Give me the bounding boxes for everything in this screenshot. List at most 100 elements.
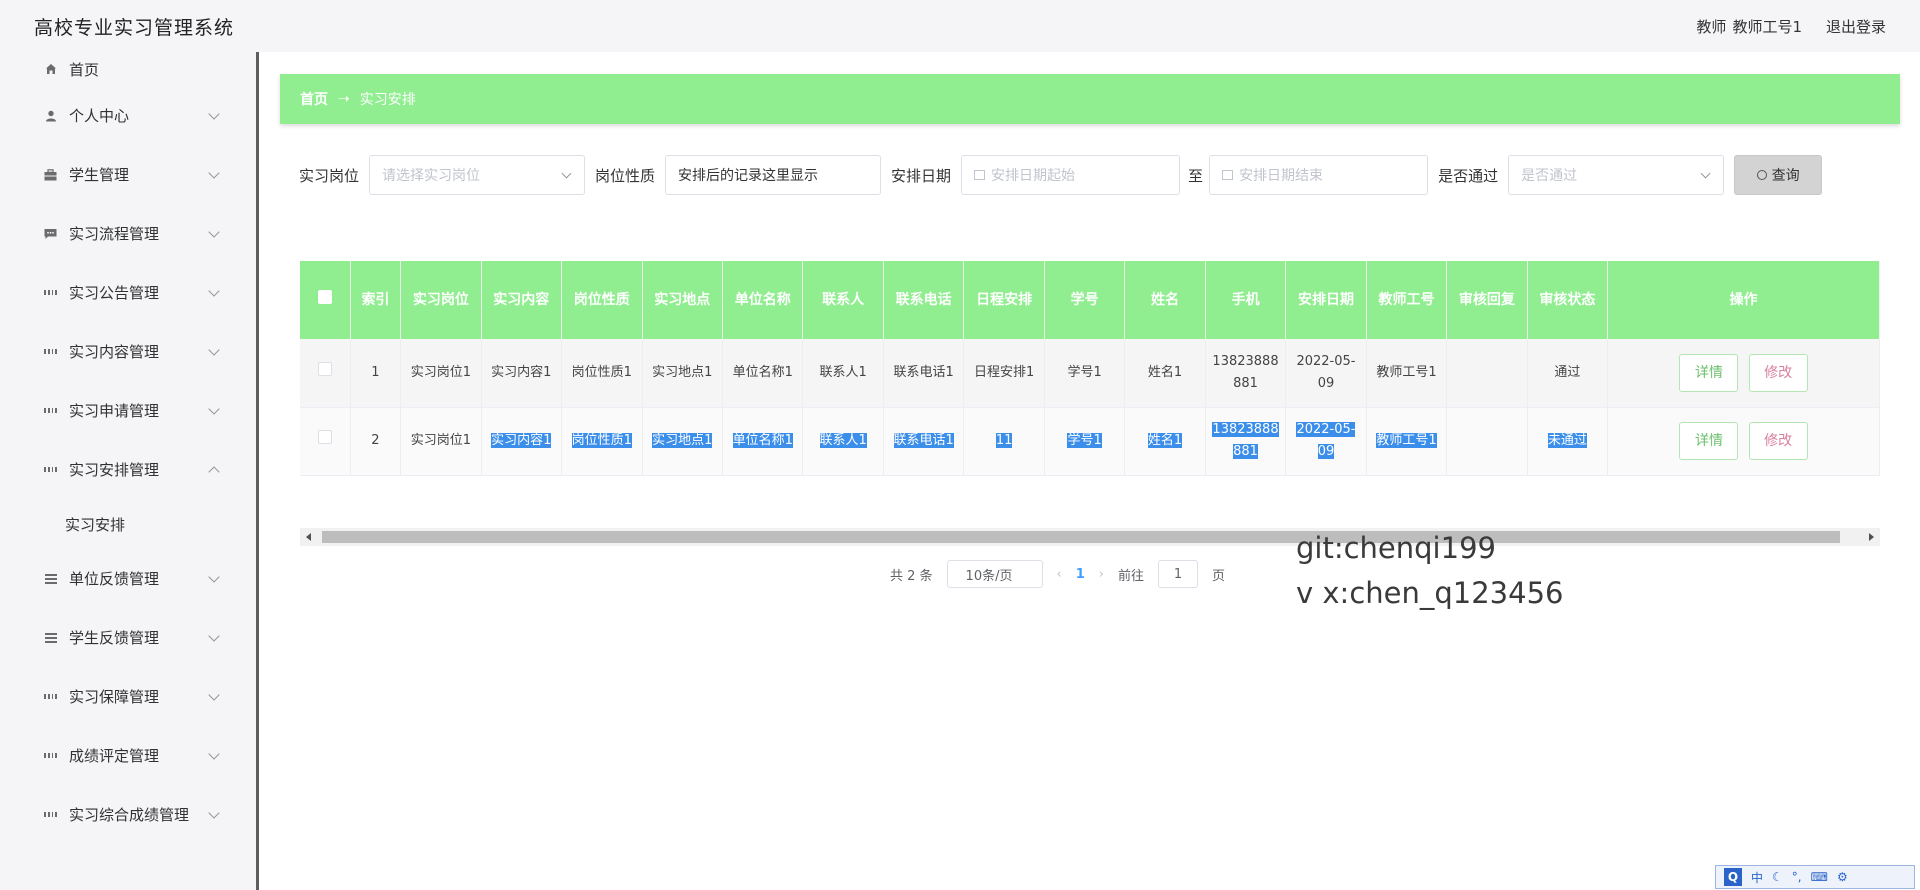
sidebar-item-grade-management[interactable]: 成绩评定管理 [0, 726, 256, 785]
sidebar-item-notice-management[interactable]: 实习公告管理 [0, 263, 256, 322]
pass-select[interactable]: 是否通过 [1508, 155, 1725, 195]
tools-icon[interactable]: ⚙ [1837, 870, 1848, 884]
sidebar-item-label: 学生反馈管理 [69, 629, 160, 647]
scrollbar-thumb[interactable] [322, 531, 1840, 543]
next-page-icon[interactable]: › [1099, 567, 1104, 582]
row-checkbox[interactable] [317, 430, 332, 444]
row-checkbox[interactable] [317, 361, 332, 376]
user-name: 教师工号1 [1732, 17, 1802, 36]
table-cell: 单位名称1 [722, 339, 804, 408]
page-size-select[interactable]: 10条/页 [946, 560, 1043, 588]
detail-button[interactable]: 详情 [1679, 353, 1739, 392]
sidebar-subitem-arrangement[interactable]: 实习安排 [0, 499, 256, 549]
select-all-checkbox-cell[interactable] [300, 261, 351, 339]
user-role: 教师 [1696, 17, 1727, 36]
goto-page-input[interactable]: 1 [1158, 560, 1199, 588]
ime-lang[interactable]: 中 [1751, 869, 1763, 886]
column-header[interactable]: 学号 [1044, 261, 1126, 339]
date-end-picker[interactable]: 安排日期结束 [1209, 155, 1429, 195]
selected-text: 11 [995, 433, 1013, 448]
chat-icon [44, 227, 57, 240]
prev-page-icon[interactable]: ‹ [1057, 567, 1062, 582]
edit-button[interactable]: 修改 [1748, 422, 1808, 460]
scroll-left-icon[interactable] [306, 533, 311, 541]
sidebar-item-overall-grade-management[interactable]: 实习综合成绩管理 [0, 785, 256, 844]
list-icon [44, 631, 57, 644]
column-header[interactable]: 索引 [350, 261, 402, 339]
chevron-down-icon [208, 570, 220, 583]
select-all-checkbox[interactable] [317, 290, 332, 304]
keyboard-icon[interactable]: ⌨ [1811, 870, 1828, 884]
sidebar-item-personal-center[interactable]: 个人中心 [0, 86, 256, 145]
ime-logo-icon[interactable]: Q [1724, 868, 1742, 886]
scroll-right-icon[interactable] [1869, 533, 1874, 541]
home-icon [44, 63, 57, 76]
sidebar-item-student-feedback[interactable]: 学生反馈管理 [0, 608, 256, 667]
column-header[interactable]: 联系电话 [883, 261, 965, 339]
sidebar-item-application-management[interactable]: 实习申请管理 [0, 381, 256, 440]
column-header[interactable]: 岗位性质 [561, 261, 643, 339]
breadcrumb-home[interactable]: 首页 [300, 89, 328, 109]
moon-icon[interactable]: ☾ [1772, 870, 1783, 884]
column-header[interactable]: 姓名 [1124, 261, 1206, 339]
table-cell: 1 [350, 339, 402, 408]
chevron-down-icon [208, 747, 220, 760]
table-cell: 联系电话1 [883, 339, 965, 408]
edit-button[interactable]: 修改 [1748, 353, 1808, 392]
table-cell: 日程安排1 [963, 339, 1045, 408]
column-header[interactable]: 日程安排 [963, 261, 1045, 339]
sidebar-item-unit-feedback[interactable]: 单位反馈管理 [0, 549, 256, 608]
column-header[interactable]: 联系人 [802, 261, 884, 339]
chevron-down-icon [208, 343, 220, 356]
table-cell: 实习内容1 [481, 407, 563, 476]
sidebar-item-label: 单位反馈管理 [69, 570, 160, 588]
column-header[interactable]: 安排日期 [1285, 261, 1367, 339]
table-cell: 岗位性质1 [561, 407, 643, 476]
column-header[interactable]: 实习内容 [481, 261, 563, 339]
column-header[interactable]: 实习地点 [642, 261, 723, 339]
actions-cell: 详情 修改 [1607, 339, 1880, 408]
user-icon [44, 109, 57, 122]
sidebar-item-label: 实习公告管理 [69, 284, 160, 302]
horizontal-scrollbar[interactable] [300, 528, 1880, 546]
sidebar-item-home[interactable]: 首页 [0, 52, 256, 86]
breadcrumb: 首页 ➝ 实习安排 [280, 74, 1900, 124]
nature-input[interactable]: 安排后的记录这里显示 [665, 155, 882, 195]
position-label: 实习岗位 [299, 166, 360, 185]
row-checkbox-cell[interactable] [300, 407, 351, 476]
current-page[interactable]: 1 [1076, 567, 1085, 582]
sidebar-item-student-management[interactable]: 学生管理 [0, 145, 256, 204]
detail-button[interactable]: 详情 [1679, 422, 1739, 460]
chevron-down-icon [561, 168, 572, 179]
table-cell: 未通过 [1527, 407, 1609, 476]
row-checkbox-cell[interactable] [300, 339, 351, 408]
date-end-placeholder: 安排日期结束 [1239, 168, 1324, 184]
column-header[interactable]: 审核回复 [1446, 261, 1528, 339]
column-header[interactable]: 手机 [1205, 261, 1287, 339]
sidebar-item-arrangement-management[interactable]: 实习安排管理 [0, 440, 256, 499]
column-header[interactable]: 实习岗位 [400, 261, 482, 339]
sidebar-item-content-management[interactable]: 实习内容管理 [0, 322, 256, 381]
query-button[interactable]: 查询 [1734, 155, 1823, 195]
punctuation-icon[interactable]: °, [1792, 870, 1802, 884]
column-header[interactable]: 审核状态 [1527, 261, 1609, 339]
logout-link[interactable]: 退出登录 [1826, 16, 1886, 37]
position-select[interactable]: 请选择实习岗位 [369, 155, 586, 195]
selected-text: 学号1 [1067, 433, 1102, 448]
table-cell: 姓名1 [1124, 407, 1206, 476]
sidebar-item-process-management[interactable]: 实习流程管理 [0, 204, 256, 263]
date-label: 安排日期 [891, 166, 952, 185]
column-header[interactable]: 单位名称 [722, 261, 804, 339]
ime-toolbar[interactable]: Q 中 ☾ °, ⌨ ⚙ [1715, 865, 1915, 889]
sidebar-item-label: 成绩评定管理 [69, 747, 160, 765]
app-title: 高校专业实习管理系统 [34, 16, 235, 39]
date-start-picker[interactable]: 安排日期起始 [961, 155, 1181, 195]
sidebar-item-label: 实习流程管理 [69, 225, 160, 243]
sidebar-item-guarantee-management[interactable]: 实习保障管理 [0, 667, 256, 726]
column-header[interactable]: 教师工号 [1366, 261, 1448, 339]
table-cell: 教师工号1 [1366, 339, 1448, 408]
chevron-down-icon [208, 107, 220, 120]
nature-label: 岗位性质 [595, 166, 656, 185]
chevron-down-icon [208, 166, 220, 179]
selected-text: 联系电话1 [893, 433, 954, 448]
